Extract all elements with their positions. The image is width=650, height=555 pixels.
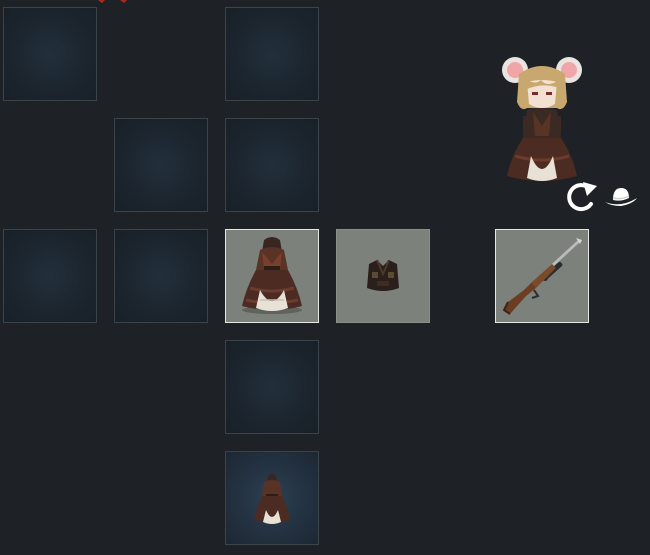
dress-icon (254, 474, 290, 524)
top-decoration (98, 0, 127, 3)
rotate-arrow-icon[interactable] (563, 180, 601, 214)
equipment-slot-dress[interactable] (225, 229, 319, 323)
dress-icon (242, 237, 302, 314)
equipment-slot-r1c1[interactable] (114, 118, 208, 212)
equipment-slot-r0c2[interactable] (225, 7, 319, 101)
equipment-slot-rifle[interactable] (495, 229, 589, 323)
equipment-slot-r1c2[interactable] (225, 118, 319, 212)
hat-icon[interactable] (603, 184, 639, 210)
character-portrait (502, 57, 582, 181)
equipment-slot-r3c2[interactable] (225, 340, 319, 434)
inventory-slot-dress[interactable] (225, 451, 319, 545)
vest-icon (367, 259, 399, 291)
equipment-slot-r2c1[interactable] (114, 229, 208, 323)
rifle-icon (502, 238, 582, 315)
equipment-slot-vest[interactable] (336, 229, 430, 323)
equipment-slot-r0c0[interactable] (3, 7, 97, 101)
equipment-slot-r2c0[interactable] (3, 229, 97, 323)
